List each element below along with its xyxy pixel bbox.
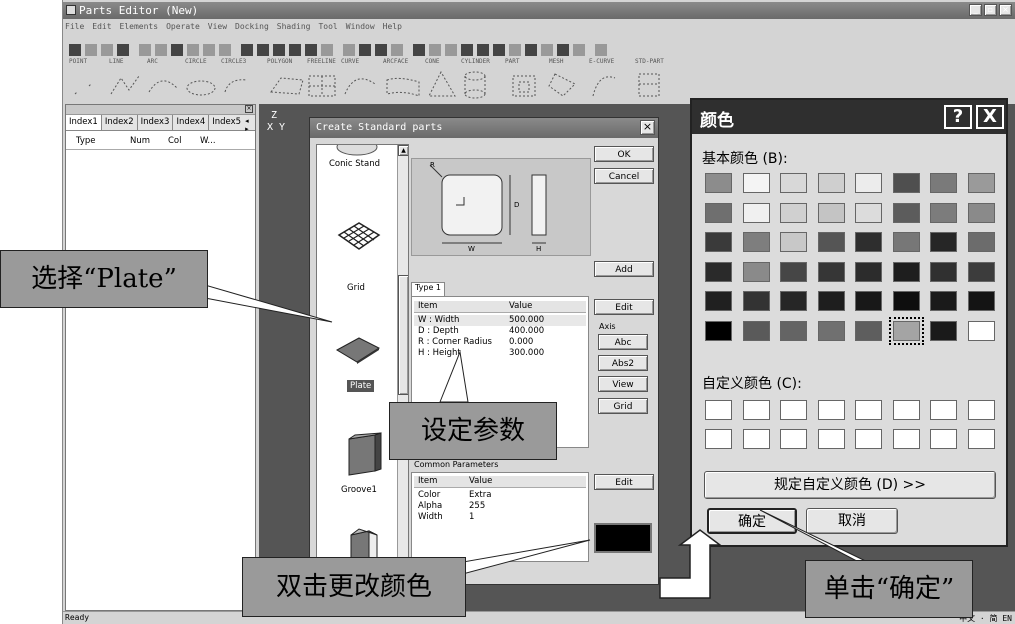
callout-double-click-color: 双击更改颜色 — [242, 557, 466, 617]
callout-set-params: 设定参数 — [389, 402, 557, 460]
callout-select-plate: 选择“Plate” — [0, 250, 208, 308]
callout-click-ok: 单击“确定” — [805, 560, 973, 618]
annotation-arrows — [204, 284, 881, 599]
